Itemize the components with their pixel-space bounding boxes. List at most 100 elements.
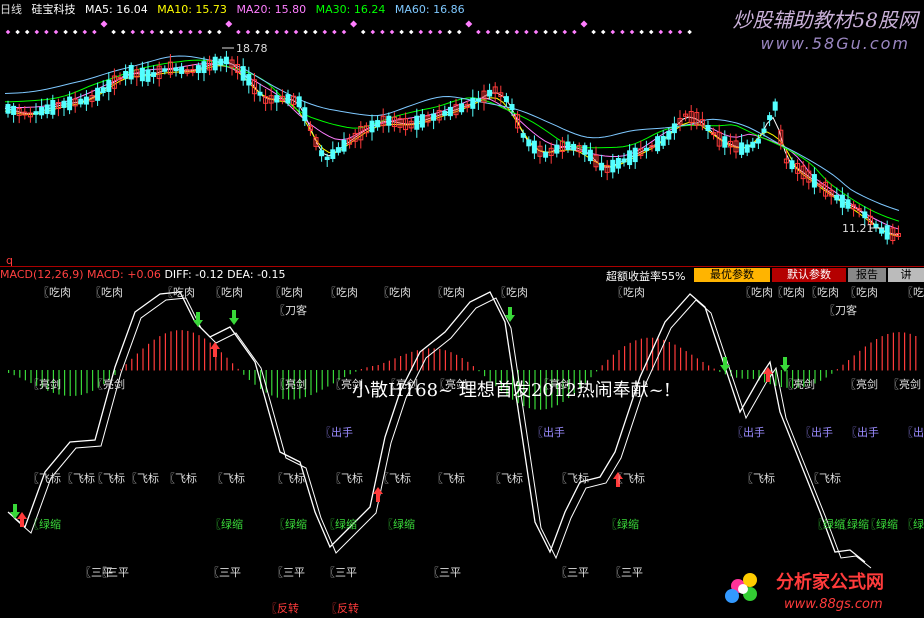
best-params-button[interactable]: 最优参数 [694, 268, 770, 282]
macd-histogram-bar [472, 366, 474, 371]
signal-diamond [100, 20, 108, 28]
default-params-button[interactable]: 默认参数 [772, 268, 846, 282]
signal-diamond [456, 29, 462, 35]
candle-body [705, 125, 711, 131]
macd-histogram-bar [904, 332, 906, 371]
candle-body [145, 69, 151, 82]
candle-body [257, 91, 263, 96]
signal-diamond [677, 29, 683, 35]
macd-histogram-bar [248, 370, 250, 380]
signal-feibiao: 〖飞标 [556, 472, 589, 485]
macd-histogram-bar [220, 352, 222, 371]
signal-diamond [245, 29, 251, 35]
signal-lvsuo: 〖绿缩 [606, 518, 639, 531]
macd-histogram-bar [237, 368, 239, 371]
buy-arrow-icon [210, 342, 220, 357]
signal-diamond [408, 29, 414, 35]
macd-histogram-bar [75, 370, 77, 396]
candle-body [884, 225, 890, 240]
macd-histogram-bar [64, 370, 66, 396]
macd-histogram-bar [204, 338, 206, 371]
macd-histogram-bar [708, 365, 710, 371]
candle-body [61, 100, 67, 108]
signal-diamond [216, 29, 222, 35]
macd-histogram-bar [624, 346, 626, 371]
macd-histogram-bar [892, 332, 894, 371]
signal-chirou: 〖吃肉 [162, 286, 195, 299]
candle-body [173, 67, 179, 72]
ma60-value: MA60: 16.86 [394, 3, 465, 16]
signal-diamond [15, 29, 20, 35]
candle-body [839, 194, 845, 208]
signal-feibiao: 〖飞标 [212, 472, 245, 485]
signal-diamond-row [5, 20, 692, 35]
macd-histogram-bar [153, 339, 155, 371]
candle-body [274, 95, 280, 103]
signal-diamond [591, 29, 596, 35]
candle-body [44, 104, 50, 115]
candle-body [5, 103, 11, 114]
macd-histogram-bar [136, 353, 138, 371]
signal-diamond [44, 29, 49, 35]
macd-histogram-bar [271, 370, 273, 396]
signal-lvsuo: 〖绿缩 [274, 518, 307, 531]
period-label[interactable]: 日线 [0, 3, 22, 16]
candle-body [475, 98, 481, 102]
price-chart[interactable]: 18.78 11.21 q [0, 20, 924, 268]
signal-diamond [370, 29, 376, 35]
signal-diamond [629, 29, 635, 35]
signal-liangjian: 〖亮剑 [28, 378, 61, 391]
signal-diamond [92, 29, 97, 35]
candle-body [487, 89, 493, 97]
candle-body [11, 105, 17, 115]
macd-histogram-bar [842, 364, 844, 371]
macd-histogram-bar [870, 342, 872, 371]
ma20-value: MA20: 15.80 [236, 3, 307, 16]
macd-histogram-bar [450, 352, 452, 371]
macd-histogram-bar [909, 333, 911, 371]
macd-histogram-bar [405, 353, 407, 371]
panel-divider[interactable] [0, 266, 924, 267]
report-button[interactable]: 报告 [848, 268, 886, 282]
macd-histogram-bar [691, 354, 693, 371]
signal-daoke: 〖刀客 [824, 304, 857, 317]
explain-button[interactable]: 讲 [888, 268, 924, 282]
signal-diamond [418, 29, 424, 35]
candle-body [123, 70, 129, 79]
macd-histogram-bar [400, 355, 402, 371]
signal-diamond [5, 29, 11, 35]
signal-diamond [120, 29, 126, 35]
signal-chirou: 〖吃肉 [325, 286, 358, 299]
signal-sanping: 〖三平 [610, 566, 643, 579]
candle-body [632, 147, 638, 163]
candle-body [565, 141, 571, 150]
candle-body [834, 194, 840, 201]
signal-chirou: 〖吃肉 [495, 286, 528, 299]
macd-histogram-bar [736, 370, 738, 378]
dea-value: DEA: -0.15 [227, 268, 286, 281]
signal-chirou: 〖吃肉 [90, 286, 123, 299]
signal-chushou: 〖出手 [320, 426, 353, 439]
macd-histogram-bar [640, 338, 642, 371]
signal-liangjian: 〖亮剑 [782, 378, 815, 391]
candle-body [739, 142, 745, 155]
candle-body [246, 74, 252, 86]
macd-histogram-bar [416, 350, 418, 371]
signal-chirou: 〖吃肉 [740, 286, 773, 299]
macd-histogram-bar [316, 370, 318, 393]
signal-diamond [399, 29, 404, 35]
signal-diamond [543, 29, 548, 35]
signal-diamond [600, 29, 606, 35]
signal-diamond [350, 20, 358, 28]
candle-body [67, 96, 73, 111]
candle-body [520, 133, 526, 138]
signal-diamond [255, 29, 260, 35]
macd-histogram-bar [825, 370, 827, 378]
macd-histogram-bar [366, 367, 368, 371]
signal-diamond [504, 29, 510, 35]
candle-body [627, 150, 633, 166]
candle-body [582, 145, 588, 155]
macd-histogram-bar [131, 358, 133, 371]
candle-body [95, 87, 101, 101]
macd-histogram-bar [685, 351, 687, 371]
